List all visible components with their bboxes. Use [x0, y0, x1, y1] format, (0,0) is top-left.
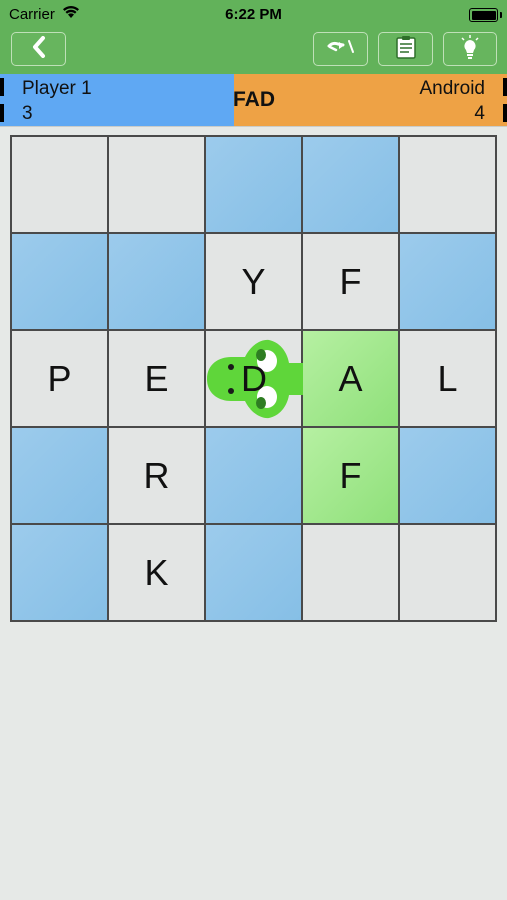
board-cell[interactable] [400, 137, 495, 232]
lightbulb-icon [459, 34, 481, 65]
clock: 6:22 PM [225, 6, 282, 23]
board-cell[interactable] [12, 428, 107, 523]
notes-icon [395, 35, 417, 64]
board-cell[interactable] [303, 137, 398, 232]
current-word: FAD [233, 88, 275, 111]
cell-letter: F [339, 260, 362, 302]
board-cell[interactable] [12, 137, 107, 232]
nav-bar [0, 28, 507, 74]
hint-button[interactable] [443, 32, 497, 66]
player2-score: 4 [474, 103, 485, 124]
board-cell[interactable] [12, 234, 107, 329]
cell-letter: K [144, 551, 169, 593]
cell-letter: E [144, 357, 169, 399]
board-cell[interactable]: R [109, 428, 204, 523]
swap-icon [326, 37, 356, 62]
board-cell[interactable] [206, 525, 301, 620]
cell-letter: L [437, 357, 458, 399]
swap-button[interactable] [313, 32, 368, 66]
notes-button[interactable] [378, 32, 433, 66]
cell-letter: A [338, 357, 363, 399]
board-cell[interactable]: K [109, 525, 204, 620]
player1-panel: Player 1 3 [0, 74, 234, 126]
cell-letter: P [47, 357, 72, 399]
cell-letter: Y [241, 260, 266, 302]
board-cell[interactable] [206, 428, 301, 523]
chevron-left-icon [31, 35, 47, 63]
cell-letter: R [143, 454, 170, 496]
scoreboard: Player 1 3 Android 4 FAD [0, 74, 507, 126]
cell-letter: F [339, 454, 362, 496]
board-cell[interactable]: E [109, 331, 204, 426]
board-cell[interactable] [12, 525, 107, 620]
board-cell[interactable] [109, 137, 204, 232]
battery-icon [469, 8, 502, 22]
board-cell[interactable] [400, 234, 495, 329]
back-button[interactable] [11, 32, 66, 66]
board-cell[interactable] [206, 137, 301, 232]
cursor-cell-letter: D [241, 358, 267, 399]
board-cell[interactable] [400, 525, 495, 620]
player2-name: Android [419, 78, 486, 99]
status-bar: Carrier 6:22 PM [0, 0, 507, 28]
board-cell[interactable] [303, 525, 398, 620]
board-cell[interactable]: A [303, 331, 398, 426]
player1-name: Player 1 [22, 78, 92, 99]
board-cell[interactable] [400, 428, 495, 523]
board-cell[interactable]: F [303, 234, 398, 329]
board-cell[interactable] [109, 234, 204, 329]
board-cell[interactable]: L [400, 331, 495, 426]
player1-score: 3 [22, 103, 33, 124]
board-cell[interactable]: Y [206, 234, 301, 329]
board-cell[interactable]: P [12, 331, 107, 426]
board-cell[interactable]: F [303, 428, 398, 523]
